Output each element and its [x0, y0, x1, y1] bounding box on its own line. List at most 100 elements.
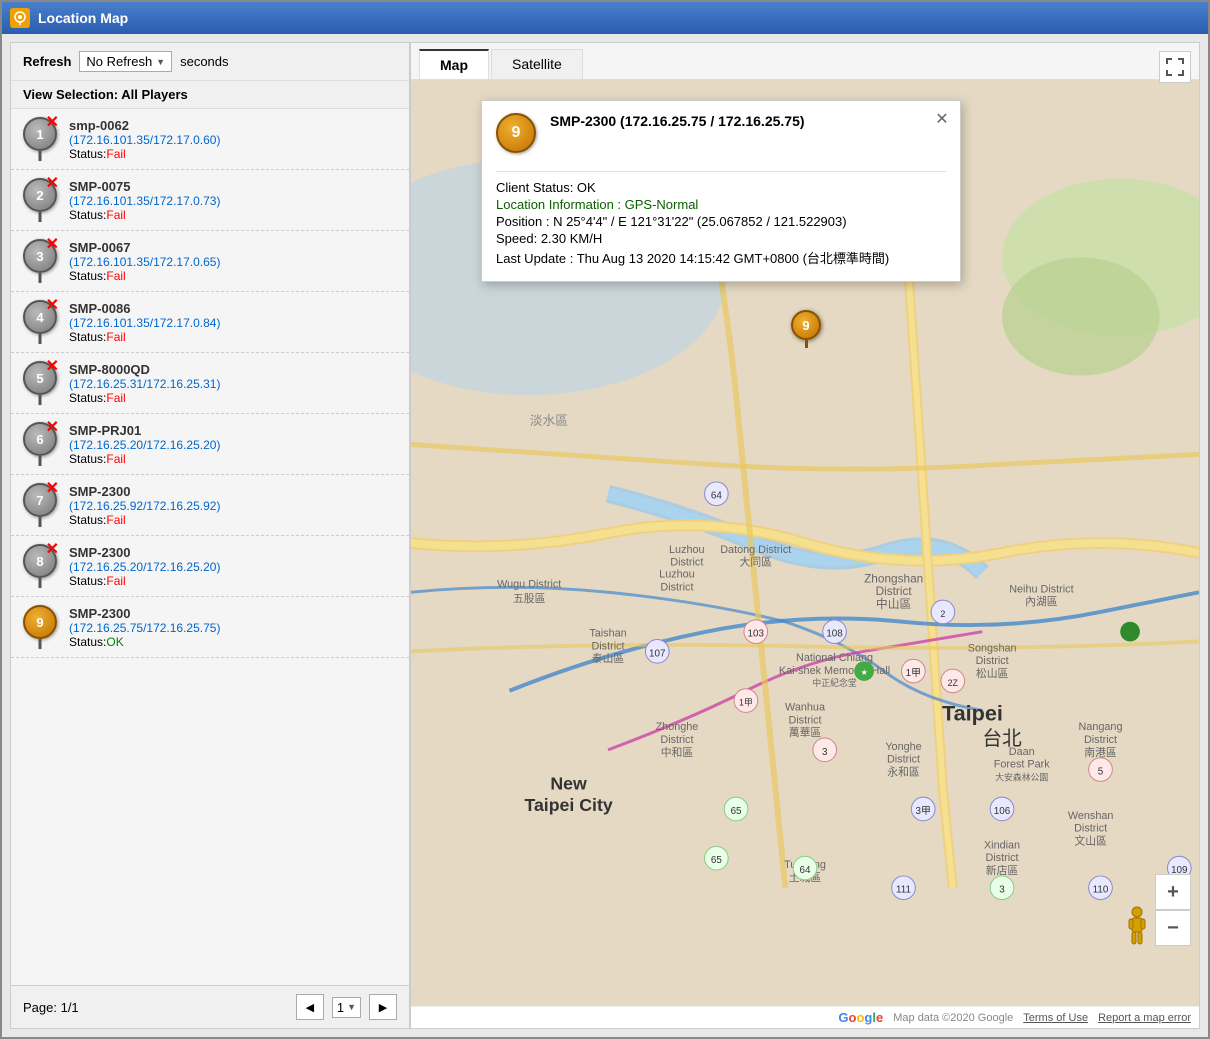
player-name: smp-0062	[69, 118, 220, 133]
svg-text:Songshan: Songshan	[968, 642, 1017, 654]
refresh-bar: Refresh No Refresh ▼ seconds	[11, 43, 409, 81]
player-item[interactable]: 7✕SMP-2300(172.16.25.92/172.16.25.92)Sta…	[11, 475, 409, 536]
svg-text:Wanhua: Wanhua	[785, 701, 826, 713]
pin-stem	[39, 456, 42, 466]
svg-text:111: 111	[896, 885, 911, 896]
status-badge: Fail	[106, 574, 125, 588]
svg-text:Nangang: Nangang	[1079, 721, 1123, 733]
svg-text:Luzhou: Luzhou	[659, 568, 695, 580]
player-info: SMP-PRJ01(172.16.25.20/172.16.25.20)Stat…	[69, 423, 220, 466]
page-dropdown-arrow-icon: ▼	[347, 1002, 356, 1012]
svg-text:文山區: 文山區	[1074, 833, 1107, 847]
svg-text:110: 110	[1093, 885, 1109, 896]
pin-fail-mark: ✕	[46, 481, 59, 497]
report-error-link[interactable]: Report a map error	[1098, 1012, 1191, 1024]
tab-satellite[interactable]: Satellite	[491, 49, 583, 79]
pin-stem	[39, 212, 42, 222]
left-panel: Refresh No Refresh ▼ seconds View Select…	[10, 42, 410, 1029]
status-badge: Fail	[106, 452, 125, 466]
svg-text:District: District	[985, 852, 1018, 864]
player-ip: (172.16.25.31/172.16.25.31)	[69, 377, 220, 391]
player-item[interactable]: 9SMP-2300(172.16.25.75/172.16.25.75)Stat…	[11, 597, 409, 658]
player-info: SMP-2300(172.16.25.20/172.16.25.20)Statu…	[69, 545, 220, 588]
svg-text:District: District	[670, 557, 703, 569]
player-pin-icon: 3✕	[21, 239, 59, 283]
pin-stem	[39, 578, 42, 588]
terms-link[interactable]: Terms of Use	[1023, 1012, 1088, 1024]
pin-circle: 6✕	[23, 422, 57, 456]
player-ip: (172.16.25.20/172.16.25.20)	[69, 438, 220, 452]
svg-text:Wenshan: Wenshan	[1068, 810, 1114, 822]
player-pin-icon: 9	[21, 605, 59, 649]
pin-fail-mark: ✕	[46, 420, 59, 436]
map-pin-9[interactable]: 9	[791, 310, 821, 348]
view-selection: View Selection: All Players	[11, 81, 409, 109]
player-item[interactable]: 5✕SMP-8000QD(172.16.25.31/172.16.25.31)S…	[11, 353, 409, 414]
svg-text:1甲: 1甲	[906, 668, 921, 679]
svg-text:1甲: 1甲	[739, 698, 753, 708]
svg-text:★: ★	[861, 668, 868, 677]
map-pin-circle-9: 9	[791, 310, 821, 340]
popup-close-button[interactable]: ✕	[932, 109, 952, 129]
player-pin-icon: 5✕	[21, 361, 59, 405]
tab-map[interactable]: Map	[419, 49, 489, 79]
pin-circle: 8✕	[23, 544, 57, 578]
svg-text:新店區: 新店區	[986, 863, 1019, 877]
svg-text:District: District	[788, 714, 821, 726]
player-status: Status:Fail	[69, 391, 220, 405]
pin-fail-mark: ✕	[46, 176, 59, 192]
player-ip: (172.16.101.35/172.17.0.60)	[69, 133, 220, 147]
street-view-person-icon[interactable]	[1125, 906, 1149, 946]
status-badge: OK	[106, 635, 123, 649]
player-item[interactable]: 6✕ SMP-PRJ01(172.16.25.20/172.16.25.20)St…	[11, 414, 409, 475]
page-info: Page: 1/1	[23, 1000, 288, 1015]
app-icon	[10, 8, 30, 28]
fullscreen-button[interactable]	[1159, 51, 1191, 83]
player-item[interactable]: 3✕SMP-0067(172.16.101.35/172.17.0.65)Sta…	[11, 231, 409, 292]
pin-circle: 4✕	[23, 300, 57, 334]
svg-text:Taipei City: Taipei City	[524, 795, 612, 815]
svg-text:District: District	[660, 581, 693, 593]
prev-page-button[interactable]: ◀	[296, 994, 324, 1020]
pin-fail-mark: ✕	[46, 115, 59, 131]
player-name: SMP-2300	[69, 484, 220, 499]
pin-circle: 7✕	[23, 483, 57, 517]
page-number-select[interactable]: 1 ▼	[332, 997, 361, 1018]
refresh-label: Refresh	[23, 54, 71, 69]
player-info: SMP-2300(172.16.25.75/172.16.25.75)Statu…	[69, 606, 220, 649]
svg-text:District: District	[591, 640, 624, 652]
next-page-button[interactable]: ▶	[369, 994, 397, 1020]
content-area: Refresh No Refresh ▼ seconds View Select…	[2, 34, 1208, 1037]
player-item[interactable]: 1✕smp-0062(172.16.101.35/172.17.0.60)Sta…	[11, 109, 409, 170]
player-item[interactable]: 8✕ SMP-2300(172.16.25.20/172.16.25.20)Sta…	[11, 536, 409, 597]
svg-text:永和區: 永和區	[887, 764, 920, 778]
player-status: Status:Fail	[69, 330, 220, 344]
svg-text:Yonghe: Yonghe	[885, 741, 921, 753]
player-pin-icon: 8✕	[21, 544, 59, 588]
svg-text:64: 64	[800, 865, 811, 876]
title-bar: Location Map	[2, 2, 1208, 34]
svg-text:內湖區: 內湖區	[1025, 595, 1058, 608]
status-badge: Fail	[106, 208, 125, 222]
player-info: SMP-0067(172.16.101.35/172.17.0.65)Statu…	[69, 240, 220, 283]
status-badge: Fail	[106, 391, 125, 405]
google-logo: Google	[838, 1010, 883, 1025]
svg-text:District: District	[887, 754, 920, 766]
player-item[interactable]: 4✕SMP-0086(172.16.101.35/172.17.0.84)Sta…	[11, 292, 409, 353]
player-ip: (172.16.25.75/172.16.25.75)	[69, 621, 220, 635]
zoom-out-button[interactable]: −	[1155, 910, 1191, 946]
map-container[interactable]: Wugu District 五股區 Taishan District 泰山區 L…	[411, 80, 1199, 1006]
zoom-in-button[interactable]: +	[1155, 874, 1191, 910]
map-attribution: Map data ©2020 Google	[893, 1012, 1013, 1024]
svg-text:淡水區: 淡水區	[530, 413, 569, 428]
player-name: SMP-0086	[69, 301, 220, 316]
player-ip: (172.16.101.35/172.17.0.73)	[69, 194, 220, 208]
player-ip: (172.16.25.20/172.16.25.20)	[69, 560, 220, 574]
svg-text:2Z: 2Z	[948, 678, 959, 688]
player-pin-icon: 1✕	[21, 117, 59, 161]
player-status: Status:OK	[69, 635, 220, 649]
player-item[interactable]: 2✕SMP-0075(172.16.101.35/172.17.0.73)Sta…	[11, 170, 409, 231]
refresh-dropdown[interactable]: No Refresh ▼	[79, 51, 172, 72]
svg-text:District: District	[1084, 734, 1117, 746]
page-number: 1	[337, 1000, 344, 1015]
